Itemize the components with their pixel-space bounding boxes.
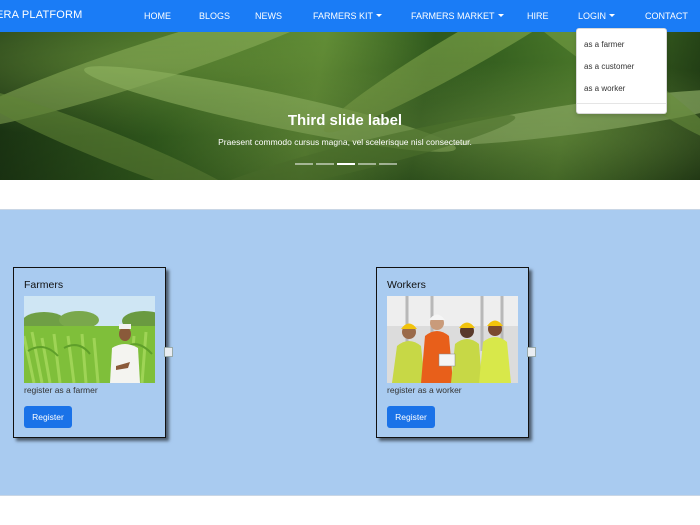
carousel-indicator-5[interactable]	[379, 163, 397, 165]
nav-blogs[interactable]: BLOGS	[199, 11, 230, 21]
nav-login-label: LOGIN	[578, 11, 607, 21]
login-as-customer[interactable]: as a customer	[584, 62, 634, 71]
login-dropdown-menu: as a farmer as a customer as a worker	[576, 28, 667, 114]
nav-farmers-market[interactable]: FARMERS MARKET	[411, 11, 504, 21]
carousel-indicator-4[interactable]	[358, 163, 376, 165]
chevron-down-icon	[376, 14, 383, 17]
nav-farmers-market-label: FARMERS MARKET	[411, 11, 495, 21]
broken-image-icon	[164, 347, 173, 357]
carousel-indicators	[295, 163, 397, 165]
nav-farmers-kit[interactable]: FARMERS KIT	[313, 11, 383, 21]
carousel-indicator-1[interactable]	[295, 163, 313, 165]
card-description: register as a worker	[387, 385, 462, 395]
card-title: Workers	[387, 279, 426, 291]
slide-title: Third slide label	[287, 112, 403, 129]
carousel-indicator-3[interactable]	[337, 163, 355, 165]
register-worker-button[interactable]: Register	[387, 406, 435, 428]
nav-farmers-kit-label: FARMERS KIT	[313, 11, 374, 21]
carousel-indicator-2[interactable]	[316, 163, 334, 165]
nav-home[interactable]: HOME	[144, 11, 171, 21]
login-as-worker[interactable]: as a worker	[584, 84, 625, 93]
nav-hire[interactable]: HIRE	[527, 11, 549, 21]
login-as-farmer[interactable]: as a farmer	[584, 40, 624, 49]
chevron-down-icon	[497, 14, 504, 17]
nav-login[interactable]: LOGIN	[578, 11, 616, 21]
chevron-down-icon	[609, 14, 616, 17]
card-description: register as a farmer	[24, 385, 98, 395]
register-farmer-button[interactable]: Register	[24, 406, 72, 428]
workers-card: Workers register as a worker Register	[376, 267, 529, 438]
nav-contact[interactable]: CONTACT	[645, 11, 688, 21]
broken-image-icon	[527, 347, 536, 357]
nav-news[interactable]: NEWS	[255, 11, 282, 21]
card-title: Farmers	[24, 279, 64, 291]
farmer-photo	[24, 296, 155, 383]
slide-caption: Praesent commodo cursus magna, vel scele…	[218, 137, 472, 147]
brand-logo-text[interactable]: ERA PLATFORM	[0, 9, 83, 21]
farmers-card: Farmers register as a farmer Register	[13, 267, 166, 438]
workers-photo	[387, 296, 518, 383]
dropdown-divider	[577, 103, 666, 104]
